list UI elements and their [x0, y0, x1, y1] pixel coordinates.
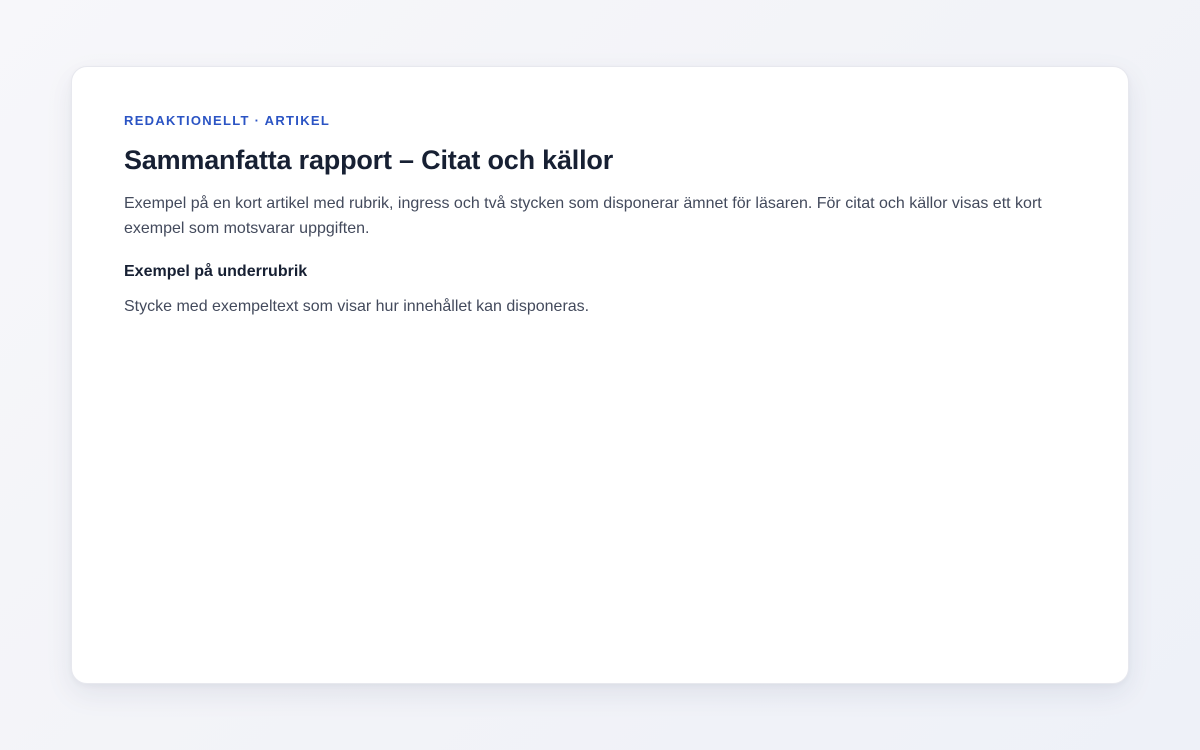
article-title: Sammanfatta rapport – Citat och källor: [124, 145, 614, 175]
article-subheading: Exempel på underrubrik: [124, 263, 308, 280]
article-card: REDAKTIONELLT · ARTIKEL Sammanfatta rapp…: [71, 66, 1129, 684]
article-category-label: REDAKTIONELLT · ARTIKEL: [124, 113, 331, 128]
article-lead: Exempel på en kort artikel med rubrik, i…: [124, 195, 1042, 237]
article-paragraph: Stycke med exempeltext som visar hur inn…: [124, 298, 590, 315]
